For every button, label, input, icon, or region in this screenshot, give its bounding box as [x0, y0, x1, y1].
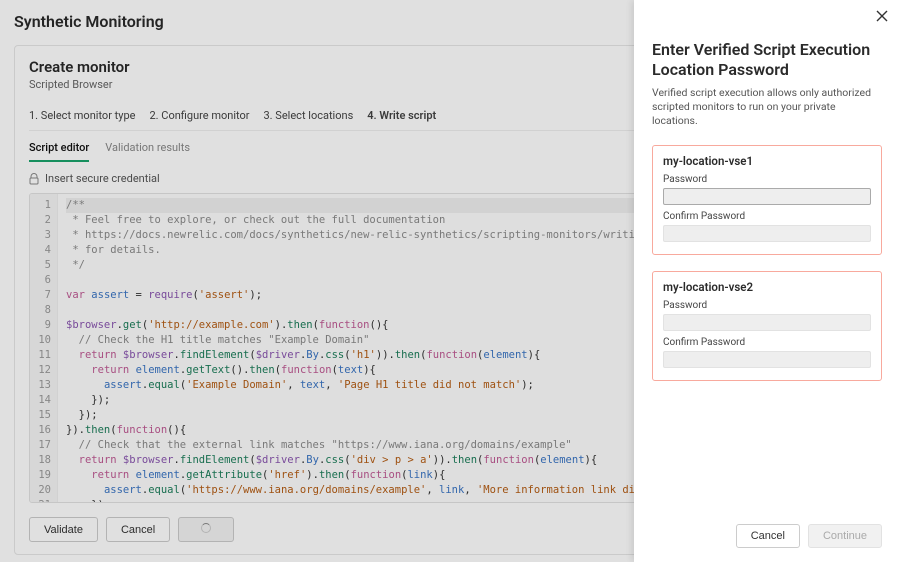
loading-button — [178, 517, 234, 542]
panel-description: Verified script execution allows only au… — [652, 86, 882, 129]
tab-script-editor[interactable]: Script editor — [29, 141, 89, 162]
confirm-password-input[interactable] — [663, 351, 871, 368]
lock-icon — [29, 173, 39, 185]
step-write-script[interactable]: 4. Write script — [367, 109, 436, 122]
confirm-password-label: Confirm Password — [663, 211, 871, 222]
password-input[interactable] — [663, 314, 871, 331]
tab-validation-results[interactable]: Validation results — [105, 141, 190, 162]
validate-button[interactable]: Validate — [29, 517, 98, 542]
location-name: my-location-vse2 — [663, 280, 871, 294]
cancel-button[interactable]: Cancel — [106, 517, 170, 542]
confirm-password-input[interactable] — [663, 225, 871, 242]
location-block-1: my-location-vse1 Password Confirm Passwo… — [652, 145, 882, 255]
location-name: my-location-vse1 — [663, 154, 871, 168]
insert-credential-label: Insert secure credential — [45, 172, 160, 185]
step-configure[interactable]: 2. Configure monitor — [149, 109, 249, 122]
vse-password-panel: Enter Verified Script Execution Location… — [634, 0, 900, 562]
panel-title: Enter Verified Script Execution Location… — [652, 40, 882, 80]
close-icon — [876, 10, 888, 22]
close-button[interactable] — [876, 10, 888, 22]
line-gutter: 1234567891011121314151617181920212223 — [30, 194, 58, 502]
password-label: Password — [663, 174, 871, 185]
step-select-type[interactable]: 1. Select monitor type — [29, 109, 135, 122]
password-label: Password — [663, 300, 871, 311]
step-locations[interactable]: 3. Select locations — [264, 109, 354, 122]
password-input[interactable] — [663, 188, 871, 205]
panel-cancel-button[interactable]: Cancel — [736, 524, 800, 548]
location-block-2: my-location-vse2 Password Confirm Passwo… — [652, 271, 882, 381]
spinner-icon — [201, 523, 211, 533]
panel-continue-button[interactable]: Continue — [808, 524, 882, 548]
confirm-password-label: Confirm Password — [663, 337, 871, 348]
panel-footer: Cancel Continue — [652, 512, 882, 548]
